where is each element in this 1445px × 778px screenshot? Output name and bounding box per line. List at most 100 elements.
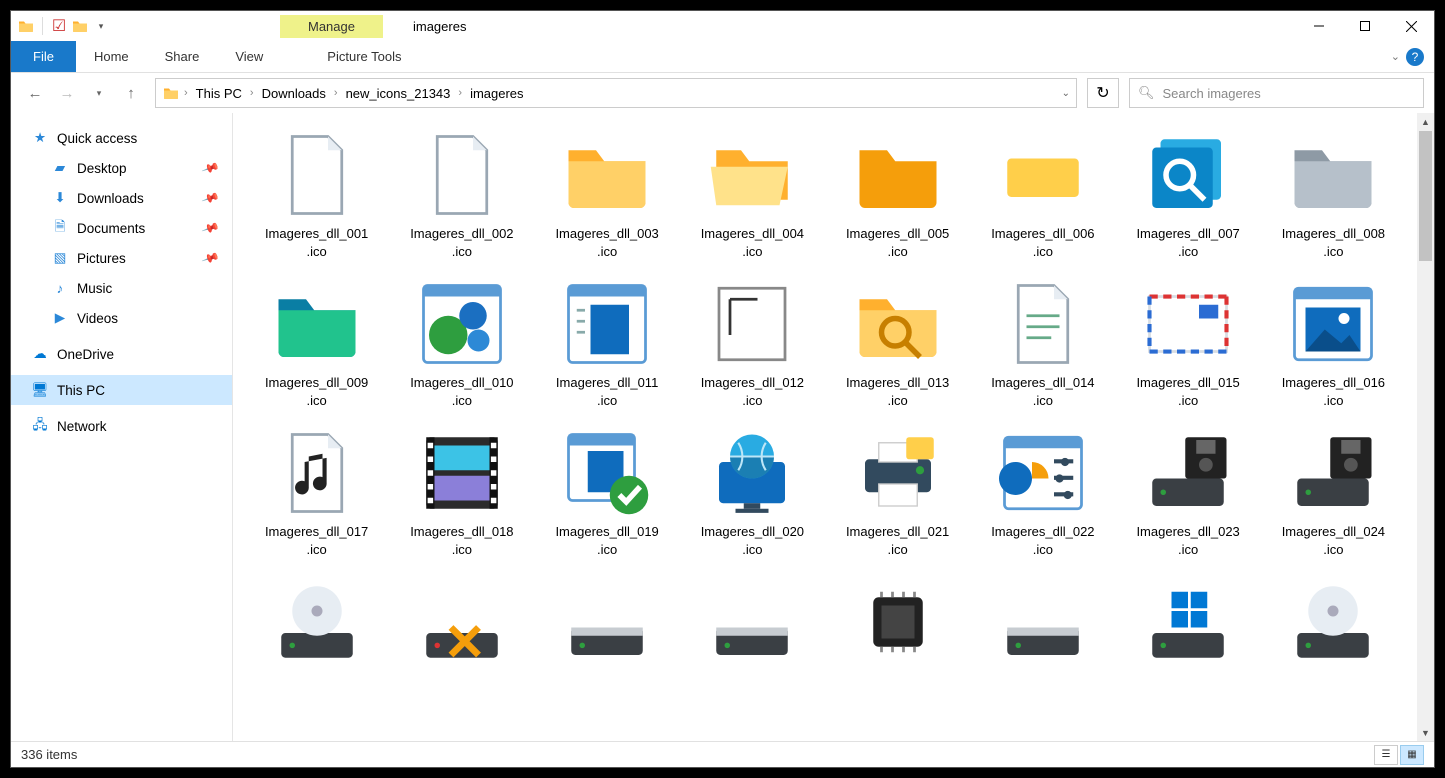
file-item[interactable]: Imageres_dll_030.ico: [971, 570, 1114, 674]
file-item[interactable]: Imageres_dll_029.ico: [826, 570, 969, 674]
printer-icon: [850, 425, 946, 521]
file-label: Imageres_dll_006.ico: [991, 225, 1094, 260]
file-item[interactable]: Imageres_dll_032.ico: [1262, 570, 1405, 674]
file-item[interactable]: Imageres_dll_010.ico: [390, 272, 533, 413]
desktop-icon: ▰: [51, 159, 69, 177]
nav-network[interactable]: 🖧Network: [11, 411, 232, 441]
file-item[interactable]: Imageres_dll_001.ico: [245, 123, 388, 264]
nav-desktop[interactable]: ▰Desktop📌: [11, 153, 232, 183]
downloads-icon: ⬇: [51, 189, 69, 207]
close-button[interactable]: [1388, 11, 1434, 41]
address-folder-icon: [162, 84, 180, 102]
file-label: Imageres_dll_008.ico: [1282, 225, 1385, 260]
minimize-button[interactable]: [1296, 11, 1342, 41]
nav-videos[interactable]: ▶Videos: [11, 303, 232, 333]
contextual-tab-manage[interactable]: Manage: [280, 15, 383, 38]
crumb-this-pc[interactable]: This PC: [192, 86, 246, 101]
navigation-pane: ★ Quick access ▰Desktop📌 ⬇Downloads📌 🗎Do…: [11, 113, 233, 741]
help-icon[interactable]: ?: [1406, 48, 1424, 66]
file-item[interactable]: Imageres_dll_021.ico: [826, 421, 969, 562]
pc-icon: 🖥: [31, 381, 49, 399]
address-dropdown-icon[interactable]: ⌄: [1062, 88, 1070, 99]
chevron-right-icon[interactable]: ›: [330, 87, 342, 99]
chevron-right-icon[interactable]: ›: [246, 87, 258, 99]
ribbon-tab-file[interactable]: File: [11, 41, 76, 72]
scroll-down-icon[interactable]: ▼: [1417, 724, 1434, 741]
nav-this-pc[interactable]: 🖥This PC: [11, 375, 232, 405]
crumb-downloads[interactable]: Downloads: [258, 86, 330, 101]
ribbon-tab-home[interactable]: Home: [76, 41, 147, 72]
file-label: Imageres_dll_016.ico: [1282, 374, 1385, 409]
file-label: Imageres_dll_009.ico: [265, 374, 368, 409]
recent-locations-icon[interactable]: ▾: [85, 79, 113, 107]
file-item[interactable]: Imageres_dll_025.ico: [245, 570, 388, 674]
file-item[interactable]: Imageres_dll_019.ico: [536, 421, 679, 562]
file-item[interactable]: Imageres_dll_012.ico: [681, 272, 824, 413]
forward-button[interactable]: →: [53, 79, 81, 107]
file-item[interactable]: Imageres_dll_009.ico: [245, 272, 388, 413]
file-item[interactable]: Imageres_dll_031.ico: [1117, 570, 1260, 674]
file-item[interactable]: Imageres_dll_020.ico: [681, 421, 824, 562]
file-label: Imageres_dll_021.ico: [846, 523, 949, 558]
ribbon-tab-view[interactable]: View: [217, 41, 281, 72]
folder-yellow-flat-icon: [995, 127, 1091, 223]
maximize-button[interactable]: [1342, 11, 1388, 41]
icons-view-button[interactable]: ▦: [1400, 745, 1424, 765]
chevron-right-icon[interactable]: ›: [180, 87, 192, 99]
windows-drive-icon: [1140, 574, 1236, 670]
molecules-icon: [414, 276, 510, 372]
file-item[interactable]: Imageres_dll_015.ico: [1117, 272, 1260, 413]
qat-properties-icon[interactable]: ☑: [50, 17, 68, 35]
file-label: Imageres_dll_004.ico: [701, 225, 804, 260]
file-item[interactable]: Imageres_dll_011.ico: [536, 272, 679, 413]
back-button[interactable]: ←: [21, 79, 49, 107]
file-item[interactable]: Imageres_dll_013.ico: [826, 272, 969, 413]
scroll-thumb[interactable]: [1419, 131, 1432, 261]
chip-icon: [850, 574, 946, 670]
file-item[interactable]: Imageres_dll_003.ico: [536, 123, 679, 264]
nav-documents[interactable]: 🗎Documents📌: [11, 213, 232, 243]
crumb-imageres[interactable]: imageres: [466, 86, 527, 101]
search-input[interactable]: 🔍︎ Search imageres: [1129, 78, 1424, 108]
nav-pictures[interactable]: ▧Pictures📌: [11, 243, 232, 273]
nav-onedrive[interactable]: ☁OneDrive: [11, 339, 232, 369]
crumb-new-icons[interactable]: new_icons_21343: [342, 86, 455, 101]
file-view: Imageres_dll_001.icoImageres_dll_002.ico…: [233, 113, 1434, 741]
videos-icon: ▶: [51, 309, 69, 327]
nav-quick-access[interactable]: ★ Quick access: [11, 123, 232, 153]
file-item[interactable]: Imageres_dll_023.ico: [1117, 421, 1260, 562]
file-item[interactable]: Imageres_dll_008.ico: [1262, 123, 1405, 264]
file-item[interactable]: Imageres_dll_002.ico: [390, 123, 533, 264]
ribbon-collapse-icon[interactable]: ⌄: [1391, 50, 1400, 63]
file-item[interactable]: Imageres_dll_026.ico: [390, 570, 533, 674]
file-item[interactable]: Imageres_dll_005.ico: [826, 123, 969, 264]
music-file-icon: [269, 425, 365, 521]
address-bar-row: ← → ▾ ↑ › This PC › Downloads › new_icon…: [11, 73, 1434, 113]
ribbon-tab-picture-tools[interactable]: Picture Tools: [309, 41, 419, 72]
nav-music[interactable]: ♪Music: [11, 273, 232, 303]
file-item[interactable]: Imageres_dll_018.ico: [390, 421, 533, 562]
file-item[interactable]: Imageres_dll_016.ico: [1262, 272, 1405, 413]
address-bar[interactable]: › This PC › Downloads › new_icons_21343 …: [155, 78, 1077, 108]
file-item[interactable]: Imageres_dll_024.ico: [1262, 421, 1405, 562]
details-view-button[interactable]: ☰: [1374, 745, 1398, 765]
up-button[interactable]: ↑: [117, 79, 145, 107]
file-item[interactable]: Imageres_dll_007.ico: [1117, 123, 1260, 264]
file-item[interactable]: Imageres_dll_017.ico: [245, 421, 388, 562]
file-item[interactable]: Imageres_dll_006.ico: [971, 123, 1114, 264]
file-label: Imageres_dll_013.ico: [846, 374, 949, 409]
file-item[interactable]: Imageres_dll_022.ico: [971, 421, 1114, 562]
control-panel-icon: [995, 425, 1091, 521]
nav-downloads[interactable]: ⬇Downloads📌: [11, 183, 232, 213]
qat-newfolder-icon[interactable]: [71, 17, 89, 35]
scrollbar[interactable]: ▲ ▼: [1417, 113, 1434, 741]
refresh-button[interactable]: ↻: [1087, 78, 1119, 108]
file-item[interactable]: Imageres_dll_014.ico: [971, 272, 1114, 413]
qat-dropdown-icon[interactable]: ▾: [92, 17, 110, 35]
scroll-up-icon[interactable]: ▲: [1417, 113, 1434, 130]
file-item[interactable]: Imageres_dll_004.ico: [681, 123, 824, 264]
file-item[interactable]: Imageres_dll_028.ico: [681, 570, 824, 674]
ribbon-tab-share[interactable]: Share: [147, 41, 218, 72]
chevron-right-icon[interactable]: ›: [454, 87, 466, 99]
file-item[interactable]: Imageres_dll_027.ico: [536, 570, 679, 674]
